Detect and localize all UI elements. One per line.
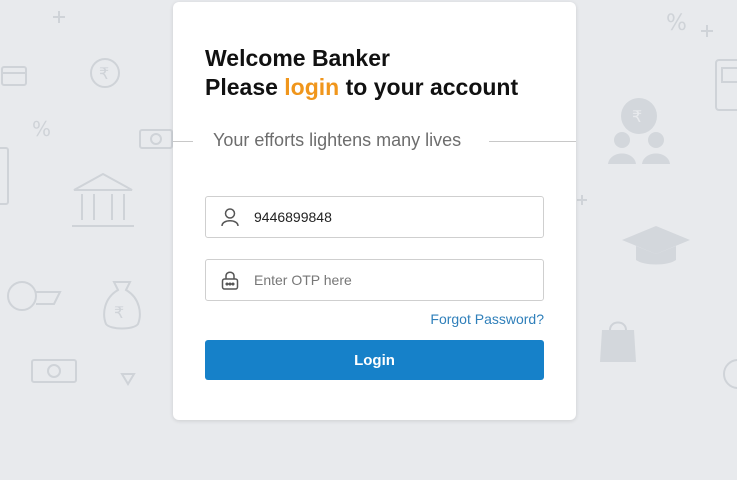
- otp-input[interactable]: [254, 260, 534, 300]
- divider-right: [489, 141, 576, 142]
- subtitle-accent: login: [284, 74, 340, 100]
- welcome-title: Welcome Banker: [205, 45, 390, 71]
- svg-text:%: %: [32, 117, 51, 141]
- plus-icon: [701, 25, 713, 37]
- svg-text:%: %: [666, 11, 687, 36]
- atm-icon: [715, 59, 737, 111]
- coin-icon: [723, 359, 737, 389]
- svg-text:₹: ₹: [99, 64, 109, 83]
- login-card: Welcome Banker Please login to your acco…: [173, 2, 576, 420]
- forgot-password-link[interactable]: Forgot Password?: [430, 311, 544, 327]
- rupee-coin-icon: ₹: [90, 58, 120, 88]
- shopping-bag-icon: [600, 321, 636, 362]
- subtitle-suffix: to your account: [339, 74, 519, 100]
- banknote-icon: [31, 359, 77, 383]
- welcome-heading: Welcome Banker Please login to your acco…: [205, 44, 518, 102]
- plus-icon: [577, 195, 587, 205]
- otp-field[interactable]: [205, 259, 544, 301]
- svg-text:₹: ₹: [114, 303, 124, 322]
- user-icon: [220, 207, 240, 227]
- tagline-row: Your efforts lightens many lives: [173, 127, 576, 155]
- cash-icon: [139, 129, 173, 149]
- tagline: Your efforts lightens many lives: [213, 130, 462, 150]
- triangle-icon: [120, 373, 136, 386]
- subtitle-prefix: Please: [205, 74, 285, 100]
- svg-text:₹: ₹: [632, 107, 642, 126]
- percent-icon: %: [666, 11, 687, 36]
- login-subtitle: Please login to your account: [205, 73, 518, 102]
- phone-input[interactable]: [254, 197, 534, 237]
- login-button[interactable]: Login: [205, 340, 544, 380]
- lock-icon: [220, 270, 240, 290]
- credit-card-icon: [1, 66, 27, 86]
- coin-stack-icon: [7, 281, 62, 311]
- plus-icon: [53, 11, 65, 23]
- divider-left: [173, 141, 193, 142]
- graduation-cap-icon: [622, 226, 690, 265]
- percent-icon: %: [32, 117, 51, 141]
- customers-icon: ₹: [608, 98, 670, 164]
- bank-icon: [72, 172, 134, 227]
- phone-icon: [0, 147, 9, 205]
- phone-field[interactable]: [205, 196, 544, 238]
- money-bag-icon: ₹: [103, 281, 141, 330]
